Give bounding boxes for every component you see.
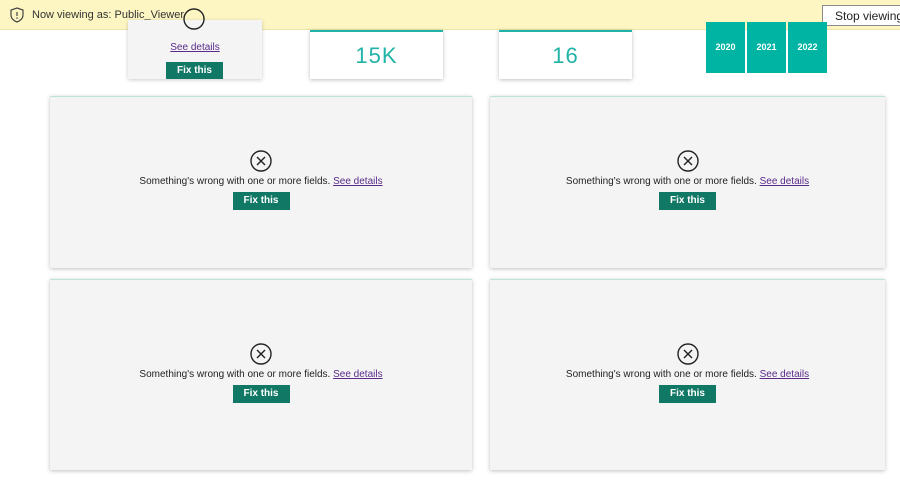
fix-this-button[interactable]: Fix this <box>659 385 716 403</box>
kpi-value: 15K <box>355 43 398 68</box>
error-panel-4: Something's wrong with one or more field… <box>490 279 885 470</box>
error-message: Something's wrong with one or more field… <box>139 369 331 380</box>
year-slicer-2020[interactable]: 2020 <box>706 22 745 73</box>
fix-this-button[interactable]: Fix this <box>166 62 223 79</box>
error-message: Something's wrong with one or more field… <box>565 176 757 187</box>
shield-icon <box>10 7 24 23</box>
error-panel-1: Something's wrong with one or more field… <box>50 96 472 268</box>
top-error-visual: See details Fix this <box>128 8 262 79</box>
kpi-value: 16 <box>552 43 579 68</box>
year-slicer-2021[interactable]: 2021 <box>747 22 786 73</box>
kpi-card-2: 16 <box>499 30 632 79</box>
error-panel-2: Something's wrong with one or more field… <box>490 96 885 268</box>
fix-this-button[interactable]: Fix this <box>232 192 290 210</box>
year-slicer-2022[interactable]: 2022 <box>788 22 827 73</box>
error-x-icon <box>183 8 205 30</box>
fix-this-button[interactable]: Fix this <box>232 385 290 403</box>
error-x-icon <box>250 343 272 365</box>
error-x-icon <box>250 150 272 172</box>
error-panel-3: Something's wrong with one or more field… <box>50 279 472 470</box>
error-message: Something's wrong with one or more field… <box>139 176 331 187</box>
see-details-link[interactable]: See details <box>333 176 382 187</box>
see-details-link[interactable]: See details <box>128 42 262 53</box>
kpi-card-1: 15K <box>310 30 443 79</box>
error-x-icon <box>676 343 699 365</box>
error-message: Something's wrong with one or more field… <box>565 369 757 380</box>
see-details-link[interactable]: See details <box>760 369 809 380</box>
see-details-link[interactable]: See details <box>333 369 382 380</box>
fix-this-button[interactable]: Fix this <box>659 192 716 210</box>
error-x-icon <box>676 150 699 172</box>
stop-viewing-button[interactable]: Stop viewing <box>822 5 900 26</box>
see-details-link[interactable]: See details <box>760 176 809 187</box>
